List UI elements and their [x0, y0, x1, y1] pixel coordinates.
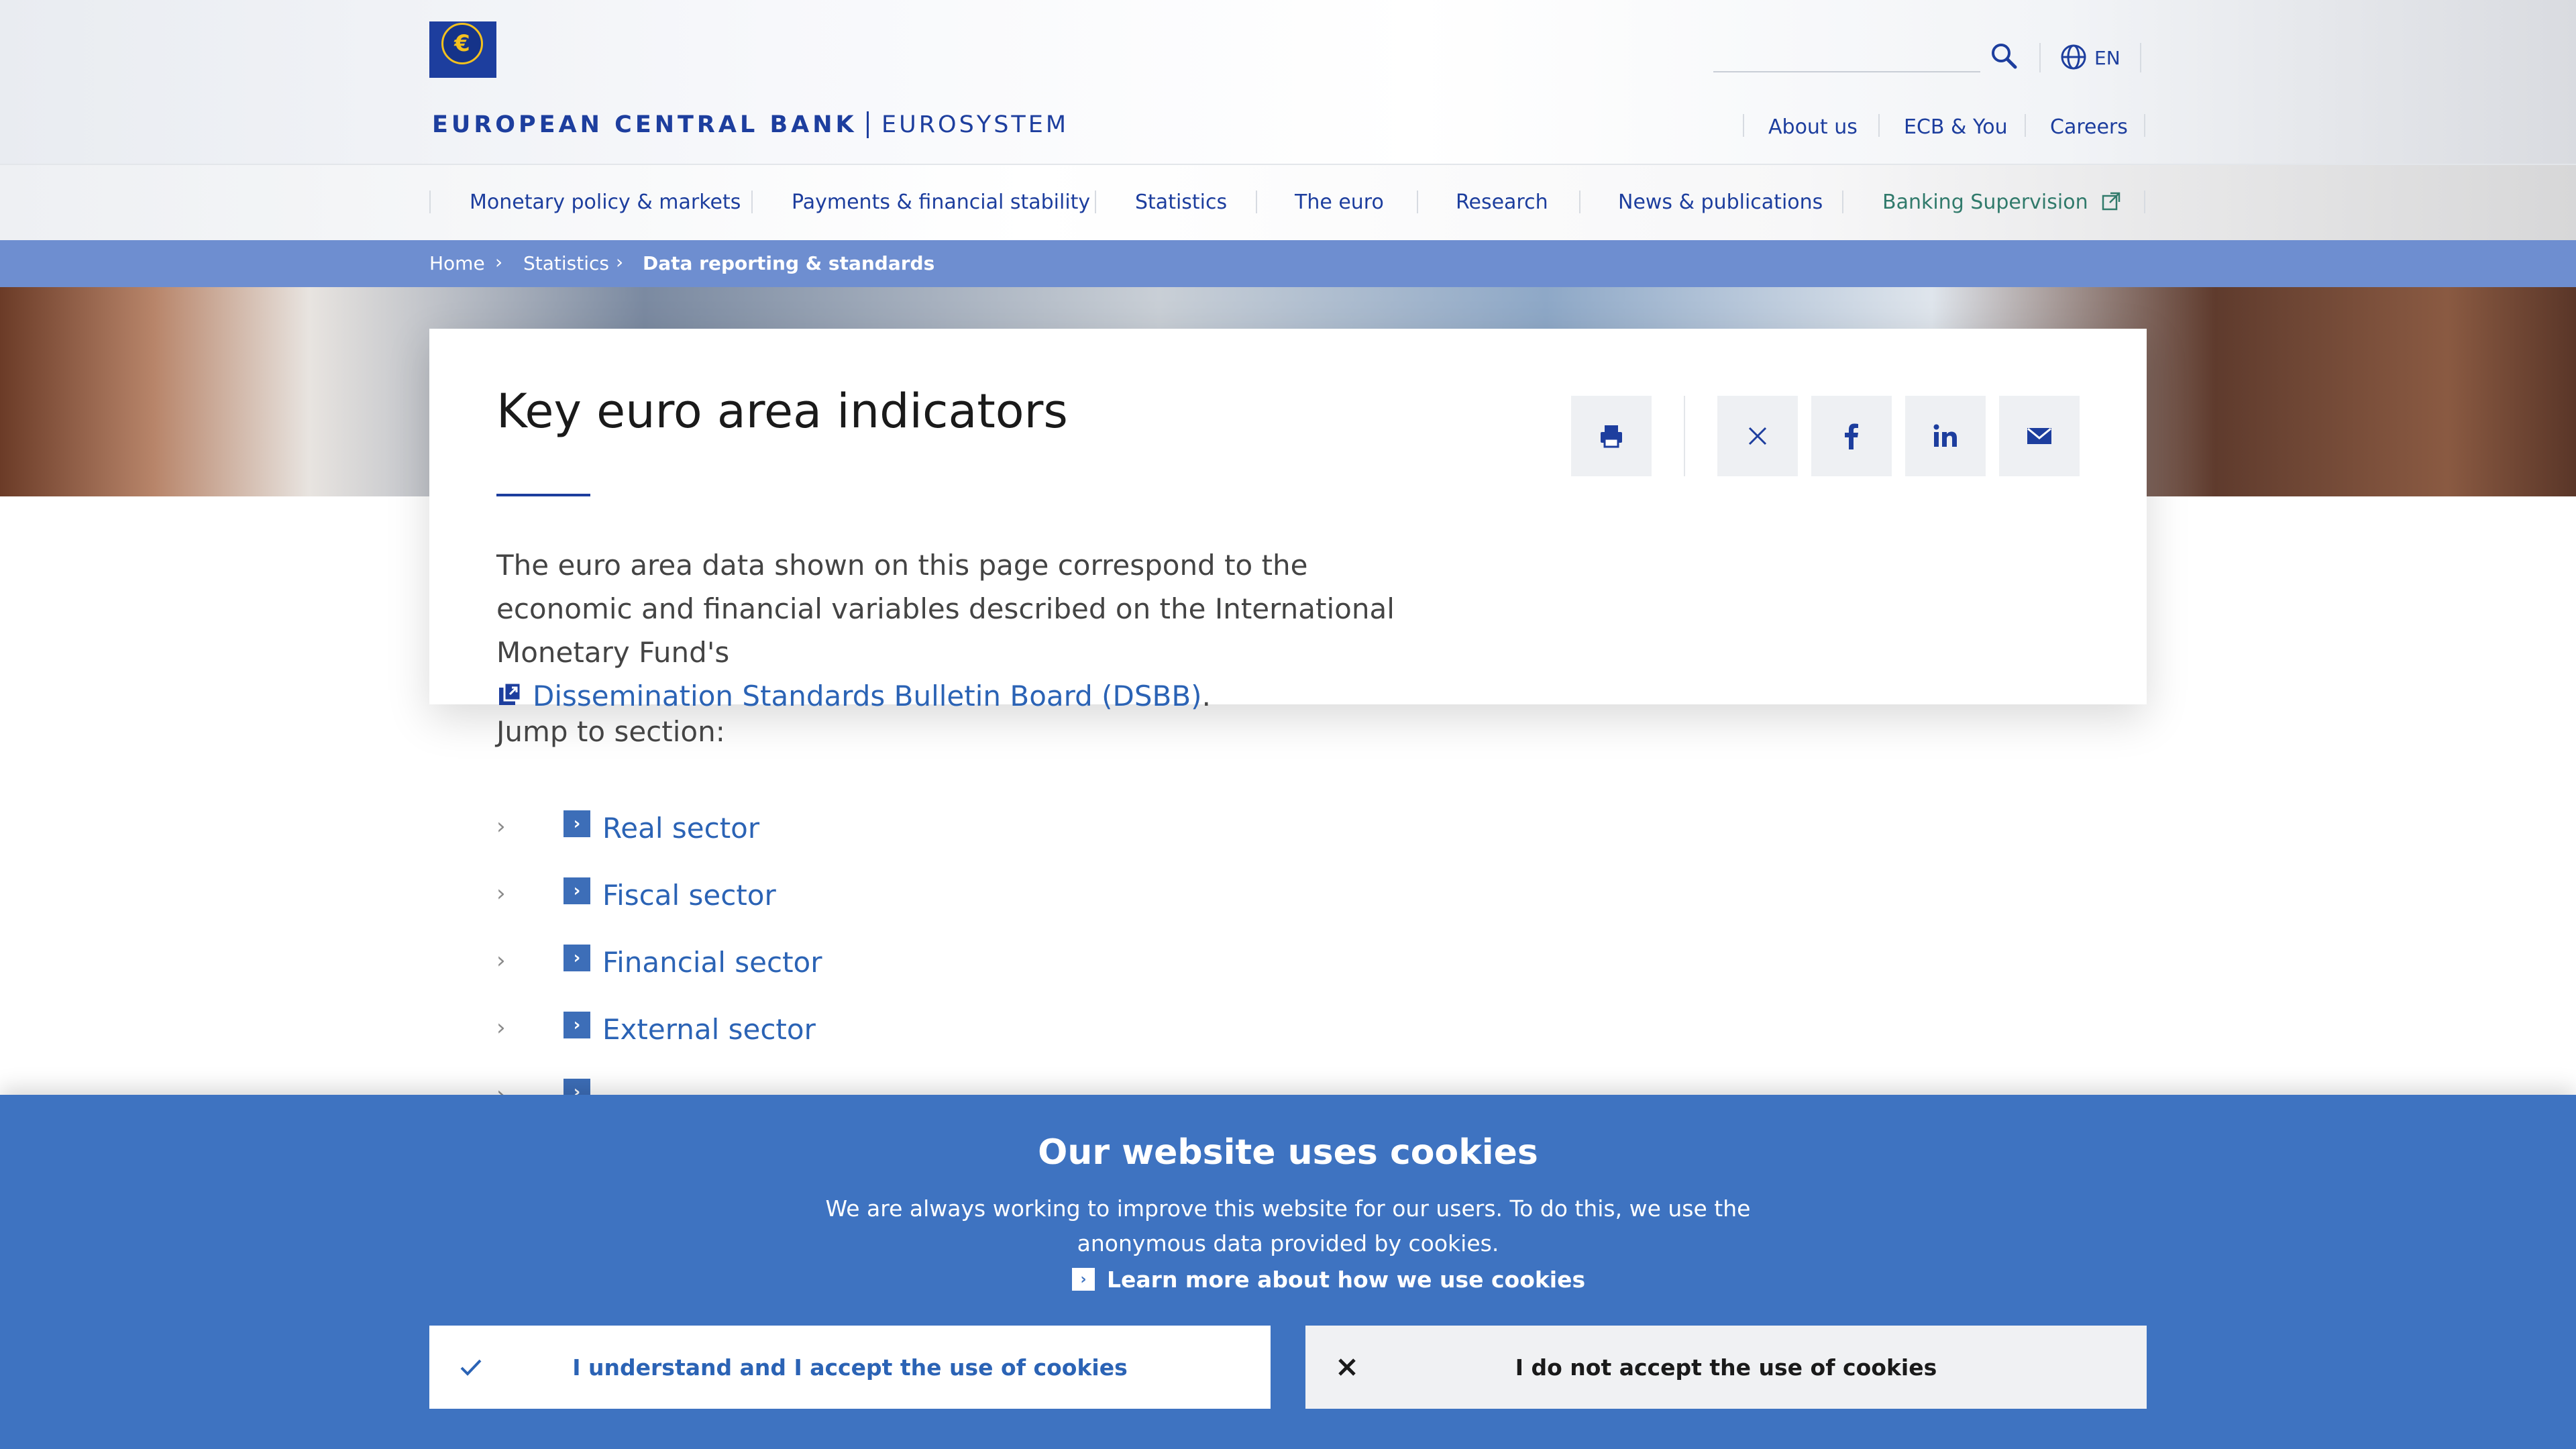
section-link-fiscal[interactable]: Fiscal sector	[602, 879, 776, 912]
learn-more-link[interactable]: Learn more about how we use cookies	[1107, 1267, 1585, 1293]
cookie-text: We are always working to improve this we…	[825, 1195, 1751, 1256]
x-icon	[1748, 427, 1767, 445]
section-link-external[interactable]: External sector	[602, 1013, 816, 1046]
breadcrumb	[0, 240, 2576, 287]
nav-banking-supervision[interactable]: Banking Supervision	[1882, 191, 2121, 214]
nav-divider	[2144, 191, 2145, 213]
cookie-title: Our website uses cookies	[1038, 1132, 1538, 1173]
chevron-right-icon: ›	[496, 1014, 506, 1041]
euro-logo-icon: €	[441, 23, 483, 64]
top-link-divider	[2025, 114, 2026, 137]
section-arrow-icon[interactable]: ›	[564, 877, 590, 904]
print-button[interactable]	[1571, 396, 1652, 476]
accept-label: I understand and I accept the use of coo…	[572, 1354, 1128, 1381]
share-linkedin-button[interactable]	[1905, 396, 1986, 476]
section-arrow-icon[interactable]: ›	[564, 1012, 590, 1038]
nav-banking-supervision-label: Banking Supervision	[1882, 191, 2088, 214]
share-email-button[interactable]	[1999, 396, 2080, 476]
top-link-about[interactable]: About us	[1768, 115, 1858, 139]
nav-divider	[1579, 191, 1580, 213]
bank-name[interactable]: EUROPEAN CENTRAL BANK	[432, 111, 857, 138]
external-document-icon	[496, 676, 523, 720]
search-icon[interactable]	[1990, 42, 2018, 70]
chevron-right-icon: ›	[495, 251, 503, 273]
accept-cookies-button[interactable]: I understand and I accept the use of coo…	[429, 1326, 1271, 1409]
share-x-button[interactable]	[1717, 396, 1798, 476]
linkedin-icon	[1933, 424, 1957, 447]
globe-icon[interactable]	[2059, 43, 2088, 71]
chevron-right-icon: ›	[496, 880, 506, 907]
nav-research[interactable]: Research	[1456, 191, 1548, 214]
jump-to-section-label: Jump to section:	[496, 715, 725, 748]
chevron-right-icon: ›	[496, 947, 506, 974]
nav-divider	[1256, 191, 1257, 213]
decline-label: I do not accept the use of cookies	[1515, 1354, 1937, 1381]
facebook-icon	[1845, 423, 1858, 449]
page-title: Key euro area indicators	[496, 384, 1068, 439]
section-arrow-icon[interactable]: ›	[564, 945, 590, 971]
chevron-right-icon: ›	[496, 813, 506, 840]
breadcrumb-home[interactable]: Home	[429, 252, 485, 274]
nav-divider	[1842, 191, 1843, 213]
top-link-divider	[1878, 114, 1880, 137]
intro-paragraph: The euro area data shown on this page co…	[496, 543, 1449, 720]
nav-divider	[1417, 191, 1418, 213]
dsbb-link[interactable]: Dissemination Standards Bulletin Board (…	[533, 680, 1202, 712]
close-icon	[1331, 1351, 1363, 1383]
intro-end: .	[1201, 680, 1211, 712]
header-divider	[2039, 43, 2041, 72]
intro-text: The euro area data shown on this page co…	[496, 549, 1395, 669]
nav-statistics[interactable]: Statistics	[1135, 191, 1227, 214]
top-link-divider	[2144, 114, 2145, 137]
section-link-financial[interactable]: Financial sector	[602, 946, 822, 979]
search-input[interactable]	[1713, 71, 1980, 72]
section-link-real[interactable]: Real sector	[602, 812, 759, 845]
nav-payments[interactable]: Payments & financial stability	[792, 191, 1090, 214]
eurosystem-label[interactable]: EUROSYSTEM	[881, 111, 1069, 138]
nav-news[interactable]: News & publications	[1618, 191, 1823, 214]
nav-divider	[1095, 191, 1096, 213]
title-divider	[867, 111, 869, 138]
learn-more-arrow-icon: ›	[1072, 1268, 1095, 1291]
main-nav	[0, 164, 2576, 241]
share-divider	[1684, 396, 1685, 476]
title-underline	[496, 494, 590, 496]
email-icon	[2027, 427, 2051, 444]
language-selector[interactable]: EN	[2094, 47, 2121, 69]
external-link-icon	[2102, 192, 2121, 211]
nav-divider	[751, 191, 753, 213]
header-divider	[2140, 43, 2141, 72]
nav-monetary-policy[interactable]: Monetary policy & markets	[470, 191, 741, 214]
nav-divider	[429, 191, 431, 213]
print-icon	[1601, 425, 1622, 448]
top-link-ecb-you[interactable]: ECB & You	[1904, 115, 2008, 139]
breadcrumb-statistics[interactable]: Statistics	[523, 252, 609, 274]
nav-the-euro[interactable]: The euro	[1295, 191, 1384, 214]
decline-cookies-button[interactable]: I do not accept the use of cookies	[1305, 1326, 2147, 1409]
check-icon	[455, 1351, 487, 1383]
chevron-right-icon: ›	[616, 251, 624, 273]
section-arrow-icon[interactable]: ›	[564, 810, 590, 837]
top-link-careers[interactable]: Careers	[2050, 115, 2128, 139]
share-facebook-button[interactable]	[1811, 396, 1892, 476]
top-link-divider	[1743, 114, 1744, 137]
breadcrumb-current: Data reporting & standards	[643, 252, 935, 274]
